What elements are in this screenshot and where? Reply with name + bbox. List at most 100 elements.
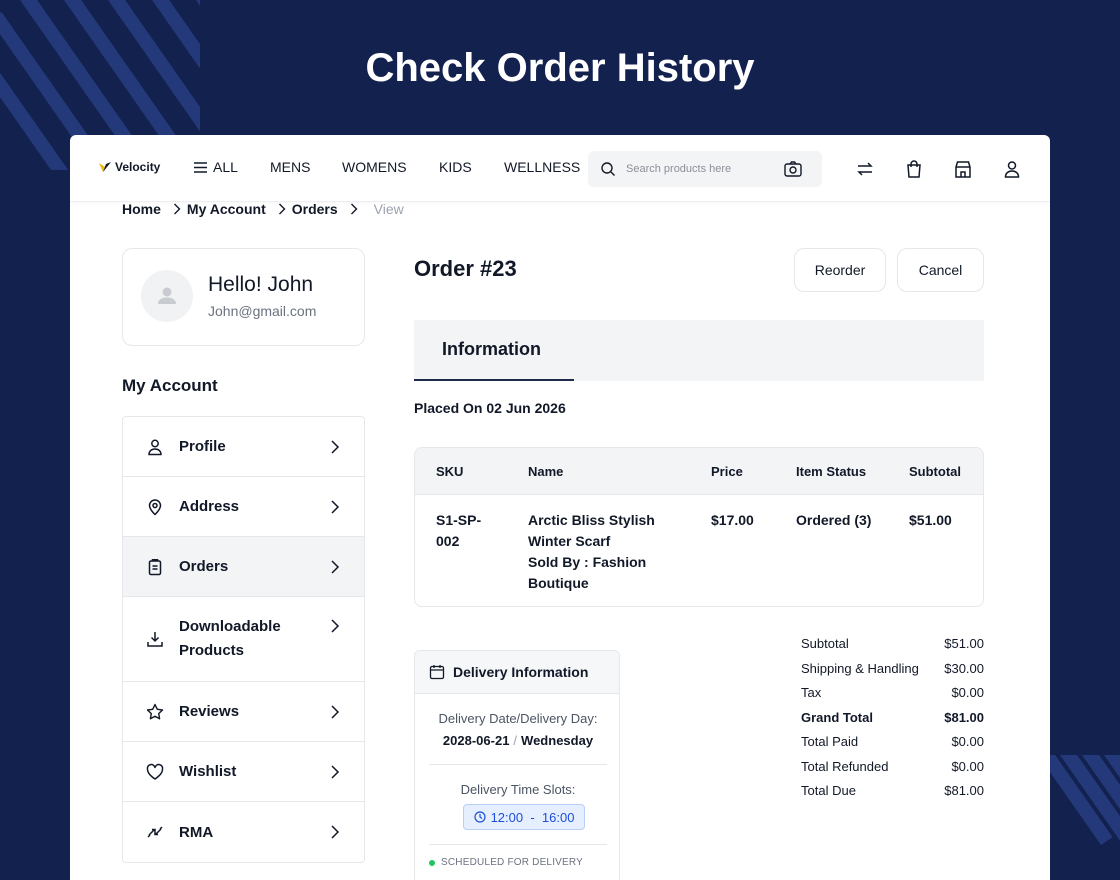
nav-item-womens[interactable]: WOMENS [342,159,439,175]
delivery-information-panel: Delivery Information Delivery Date/Deliv… [414,650,620,880]
nav-item-mens[interactable]: MENS [270,159,342,175]
totals-row-total-refunded: Total Refunded $0.00 [801,758,984,774]
product-name[interactable]: Arctic Bliss Stylish Winter Scarf [528,512,655,549]
column-header-sku: SKU [436,464,464,479]
delivery-day-value: Wednesday [521,733,594,748]
sidebar-item-label: Address [179,498,240,515]
breadcrumb-orders[interactable]: Orders [292,201,338,217]
breadcrumb-home[interactable]: Home [122,201,161,217]
sidebar-item-rma[interactable]: RMA [123,802,364,862]
cell-sku: S1-SP-002 [436,512,482,549]
menu-hamburger-icon [194,161,207,173]
column-header-name: Name [528,464,564,479]
totals-row-total-due: Total Due $81.00 [801,783,984,798]
reorder-button[interactable]: Reorder [794,248,886,292]
delivery-title: Delivery Information [453,664,589,680]
chevron-right-icon [278,203,286,215]
compare-icon[interactable] [855,159,875,179]
clock-icon [473,811,486,823]
user-silhouette-icon [158,287,176,304]
nav-item-kids[interactable]: KIDS [439,159,504,175]
cell-subtotal: $51.00 [909,512,952,528]
user-account-icon[interactable] [1002,159,1022,179]
search-bar [588,151,822,187]
delivery-date: 2028-06-21/Wednesday [442,733,594,748]
column-header-price: Price [711,464,743,479]
logo[interactable]: Velocity [98,160,160,174]
divider [429,844,607,845]
shopping-bag-icon[interactable] [904,159,924,179]
table-header: SKU Name Price Item Status Subtotal [415,448,983,495]
sidebar-item-profile[interactable]: Profile [123,417,364,477]
download-icon [147,632,163,647]
column-header-subtotal: Subtotal [909,464,961,479]
chevron-right-icon [331,619,340,633]
search-icon[interactable] [600,161,616,177]
location-pin-icon [148,498,162,516]
sidebar-item-downloadable-products[interactable]: Downloadable Products [123,597,364,682]
tab-information[interactable]: Information [414,320,574,381]
camera-icon[interactable] [784,161,802,177]
totals-row-tax: Tax $0.00 [801,685,984,700]
chevron-right-icon [331,764,340,779]
breadcrumb-current: View [373,201,404,217]
delivery-status-text: SCHEDULED FOR DELIVERY [441,857,584,868]
heart-icon [146,763,164,780]
top-navigation-bar: Velocity ALL MENS WOMENS KIDS WELLNESS [70,135,1050,202]
order-title: Order #23 [414,256,517,281]
clipboard-icon [148,558,162,575]
chevron-right-icon [331,499,340,514]
avatar [141,270,193,322]
delivery-status: SCHEDULED FOR DELIVERY [429,857,583,868]
sidebar-item-address[interactable]: Address [123,477,364,537]
cell-name: Arctic Bliss Stylish Winter Scarf Sold B… [528,510,678,594]
sidebar-item-wishlist[interactable]: Wishlist [123,742,364,802]
order-placed-date: Placed On 02 Jun 2026 [414,400,566,416]
delivery-time-slot: 12:00 - 16:00 [490,809,575,825]
chevron-right-icon [350,203,358,215]
main-nav: ALL MENS WOMENS KIDS WELLNESS [194,159,580,175]
decorative-stripes-bottom-right [1048,755,1120,845]
star-icon [146,703,164,719]
app-window: Velocity ALL MENS WOMENS KIDS WELLNESS H… [70,135,1050,880]
chevron-right-icon [331,559,340,574]
sidebar-item-label: RMA [179,823,214,841]
account-sidebar: Profile Address Orders Downloadable Prod… [122,416,365,863]
sidebar-item-label: Wishlist [179,763,237,780]
logo-text: Velocity [115,160,161,174]
column-header-item-status: Item Status [796,464,867,479]
store-icon[interactable] [953,159,973,179]
cancel-button[interactable]: Cancel [897,248,984,292]
totals-row-grand-total: Grand Total $81.00 [801,709,984,725]
chevron-right-icon [331,439,340,454]
nav-item-all[interactable]: ALL [194,159,270,175]
user-icon [148,439,162,455]
order-items-table: SKU Name Price Item Status Subtotal S1-S… [414,447,984,607]
calendar-icon [429,665,445,680]
sidebar-item-label: Reviews [179,703,240,720]
nav-item-wellness[interactable]: WELLNESS [504,159,580,175]
delivery-time-slot-badge: 12:00 - 16:00 [463,804,585,830]
totals-row-shipping: Shipping & Handling $30.00 [801,660,984,676]
cell-price: $17.00 [711,512,754,528]
breadcrumb-my-account[interactable]: My Account [187,201,266,217]
delivery-slot-label: Delivery Time Slots: [460,782,576,797]
page-title: Check Order History [365,46,755,90]
search-input[interactable] [626,159,776,179]
chevron-right-icon [331,825,340,839]
sold-by-label: Sold By : [528,554,589,570]
order-tabs: Information [414,320,984,381]
chevron-right-icon [331,704,340,719]
sidebar-item-orders[interactable]: Orders [123,537,364,597]
sidebar-item-label: Downloadable Products [179,618,281,659]
status-dot-icon [429,859,435,866]
velocity-logo-icon [99,162,111,172]
sidebar-item-label: Orders [179,558,229,575]
return-arrows-icon [147,826,163,838]
breadcrumb: Home My Account Orders View [122,201,404,217]
profile-greeting: Hello! John [208,273,314,296]
sidebar-item-reviews[interactable]: Reviews [123,682,364,742]
sidebar-item-label: Profile [179,438,226,455]
profile-card: Hello! John John@gmail.com [122,248,365,346]
totals-row-total-paid: Total Paid $0.00 [801,734,984,749]
